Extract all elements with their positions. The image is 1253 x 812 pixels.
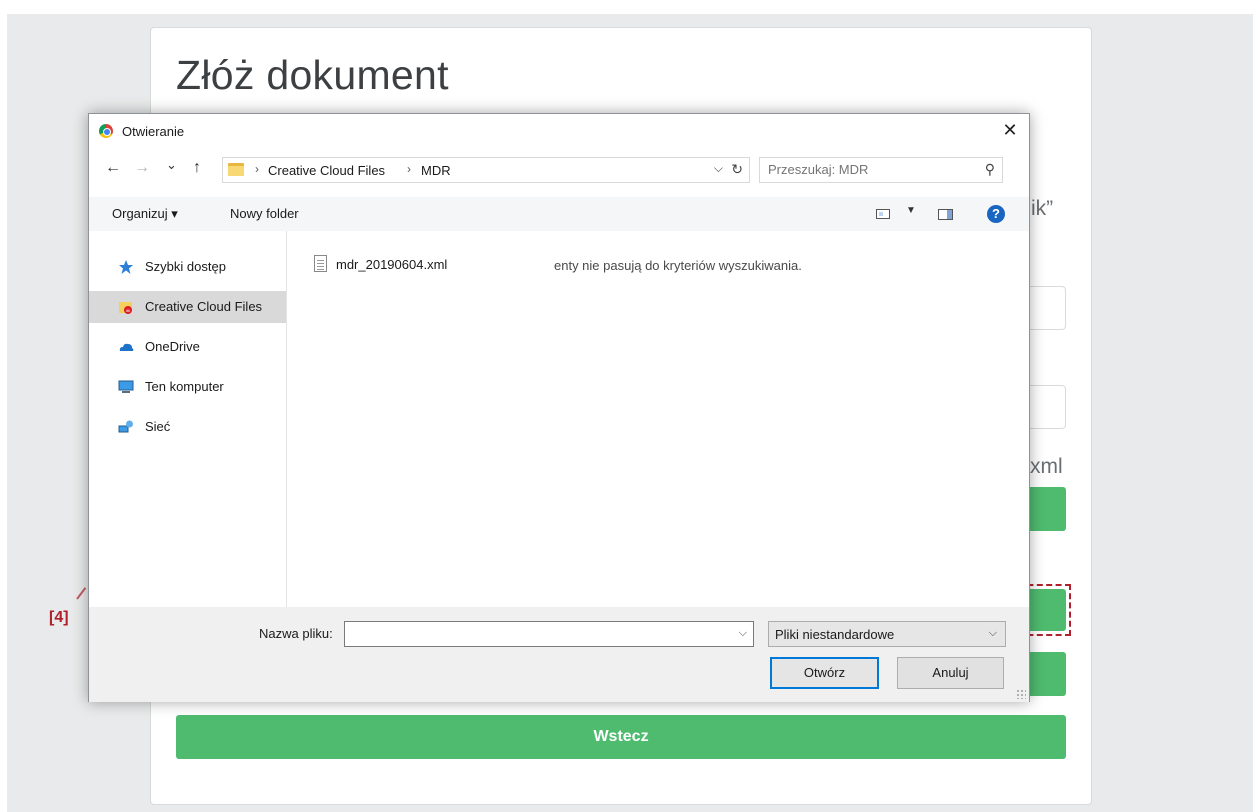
sidebar-item-label: OneDrive: [145, 339, 200, 354]
sidebar-item-this-pc[interactable]: Ten komputer: [89, 371, 286, 403]
preview-pane-icon[interactable]: [938, 209, 953, 220]
navigation-pane: Szybki dostęp ∞ Creative Cloud Files One…: [89, 231, 287, 607]
svg-text:∞: ∞: [126, 308, 131, 315]
page-title: Złóż dokument: [176, 52, 449, 98]
creative-cloud-folder-icon: ∞: [119, 302, 132, 315]
sidebar-item-label: Szybki dostęp: [145, 259, 226, 274]
sidebar-item-label: Ten komputer: [145, 379, 224, 394]
sidebar-item-quick-access[interactable]: Szybki dostęp: [89, 251, 286, 283]
navigation-row: ← → ⌄ ↑ › Creative Cloud Files › MDR ⌵ ↻…: [89, 155, 1029, 185]
change-view-icon[interactable]: [876, 209, 890, 219]
view-options-dropdown-icon[interactable]: ▼: [906, 205, 916, 216]
search-input[interactable]: [768, 162, 968, 177]
resize-grip-icon[interactable]: [1016, 689, 1026, 699]
no-results-message: enty nie pasują do kryteriów wyszukiwani…: [554, 258, 802, 273]
file-open-dialog: Otwieranie ✕ ← → ⌄ ↑ › Creative Cloud Fi…: [88, 113, 1030, 702]
dialog-titlebar[interactable]: Otwieranie ✕: [89, 114, 1029, 149]
chevron-down-icon[interactable]: ⌵: [714, 161, 723, 176]
filename-input[interactable]: [345, 622, 725, 644]
dialog-footer: Nazwa pliku: ⌵ Pliki niestandardowe ⌵ Ot…: [89, 607, 1029, 702]
sidebar-item-network[interactable]: Sieć: [89, 411, 286, 443]
filename-field[interactable]: ⌵: [344, 621, 754, 647]
sidebar-item-onedrive[interactable]: OneDrive: [89, 331, 286, 363]
breadcrumb-separator-icon: ›: [255, 162, 259, 176]
breadcrumb-item-creative-cloud[interactable]: Creative Cloud Files: [268, 163, 385, 178]
file-type-select[interactable]: Pliki niestandardowe ⌵: [768, 621, 1006, 647]
address-bar[interactable]: › Creative Cloud Files › MDR ⌵ ↻: [222, 157, 750, 183]
breadcrumb-item-mdr[interactable]: MDR: [421, 163, 451, 178]
form-input-2[interactable]: [1025, 385, 1066, 429]
file-list: mdr_20190604.xml enty nie pasują do kryt…: [288, 231, 1029, 607]
help-icon[interactable]: ?: [987, 205, 1005, 223]
open-button[interactable]: Otwórz: [770, 657, 879, 689]
recent-locations-icon[interactable]: ⌄: [166, 157, 177, 173]
filename-label: Nazwa pliku:: [259, 626, 333, 641]
green-button-1[interactable]: [1025, 487, 1066, 531]
back-arrow-icon[interactable]: ←: [105, 159, 121, 177]
computer-icon: [118, 380, 134, 393]
green-button-3[interactable]: [1025, 652, 1066, 696]
refresh-icon[interactable]: ↻: [731, 161, 743, 178]
form-input-1[interactable]: [1025, 286, 1066, 330]
chevron-down-icon[interactable]: ⌵: [739, 627, 747, 640]
dialog-toolbar: Organizuj ▾ Nowy folder ▼ ?: [89, 197, 1029, 231]
network-icon: [118, 420, 133, 433]
sidebar-item-creative-cloud-files[interactable]: ∞ Creative Cloud Files: [89, 291, 286, 323]
chrome-icon: [99, 124, 113, 138]
annotation-label: [4]: [49, 609, 69, 626]
chevron-down-icon: ⌵: [988, 627, 997, 639]
back-button[interactable]: Wstecz: [176, 715, 1066, 759]
sidebar-item-label: Sieć: [145, 419, 171, 434]
organize-button[interactable]: Organizuj ▾: [112, 206, 178, 222]
sidebar-item-label: Creative Cloud Files: [145, 299, 263, 314]
dialog-title: Otwieranie: [122, 124, 185, 139]
new-folder-button[interactable]: Nowy folder: [230, 206, 299, 221]
onedrive-cloud-icon: [119, 343, 134, 351]
search-icon[interactable]: ⚲: [985, 161, 995, 178]
document-icon: [314, 255, 327, 272]
cancel-button[interactable]: Anuluj: [897, 657, 1004, 689]
star-icon: [119, 260, 133, 274]
folder-icon: [228, 163, 244, 176]
forward-arrow-icon[interactable]: →: [134, 159, 150, 177]
breadcrumb-separator-icon: ›: [407, 162, 411, 176]
close-icon[interactable]: ✕: [999, 120, 1021, 141]
partial-label-right: ik”: [1031, 197, 1054, 220]
search-box[interactable]: ⚲: [759, 157, 1003, 183]
up-arrow-icon[interactable]: ↑: [193, 159, 201, 177]
file-type-value: Pliki niestandardowe: [775, 627, 895, 642]
partial-extension-label: xml: [1030, 455, 1063, 478]
file-name: mdr_20190604.xml: [336, 257, 448, 272]
